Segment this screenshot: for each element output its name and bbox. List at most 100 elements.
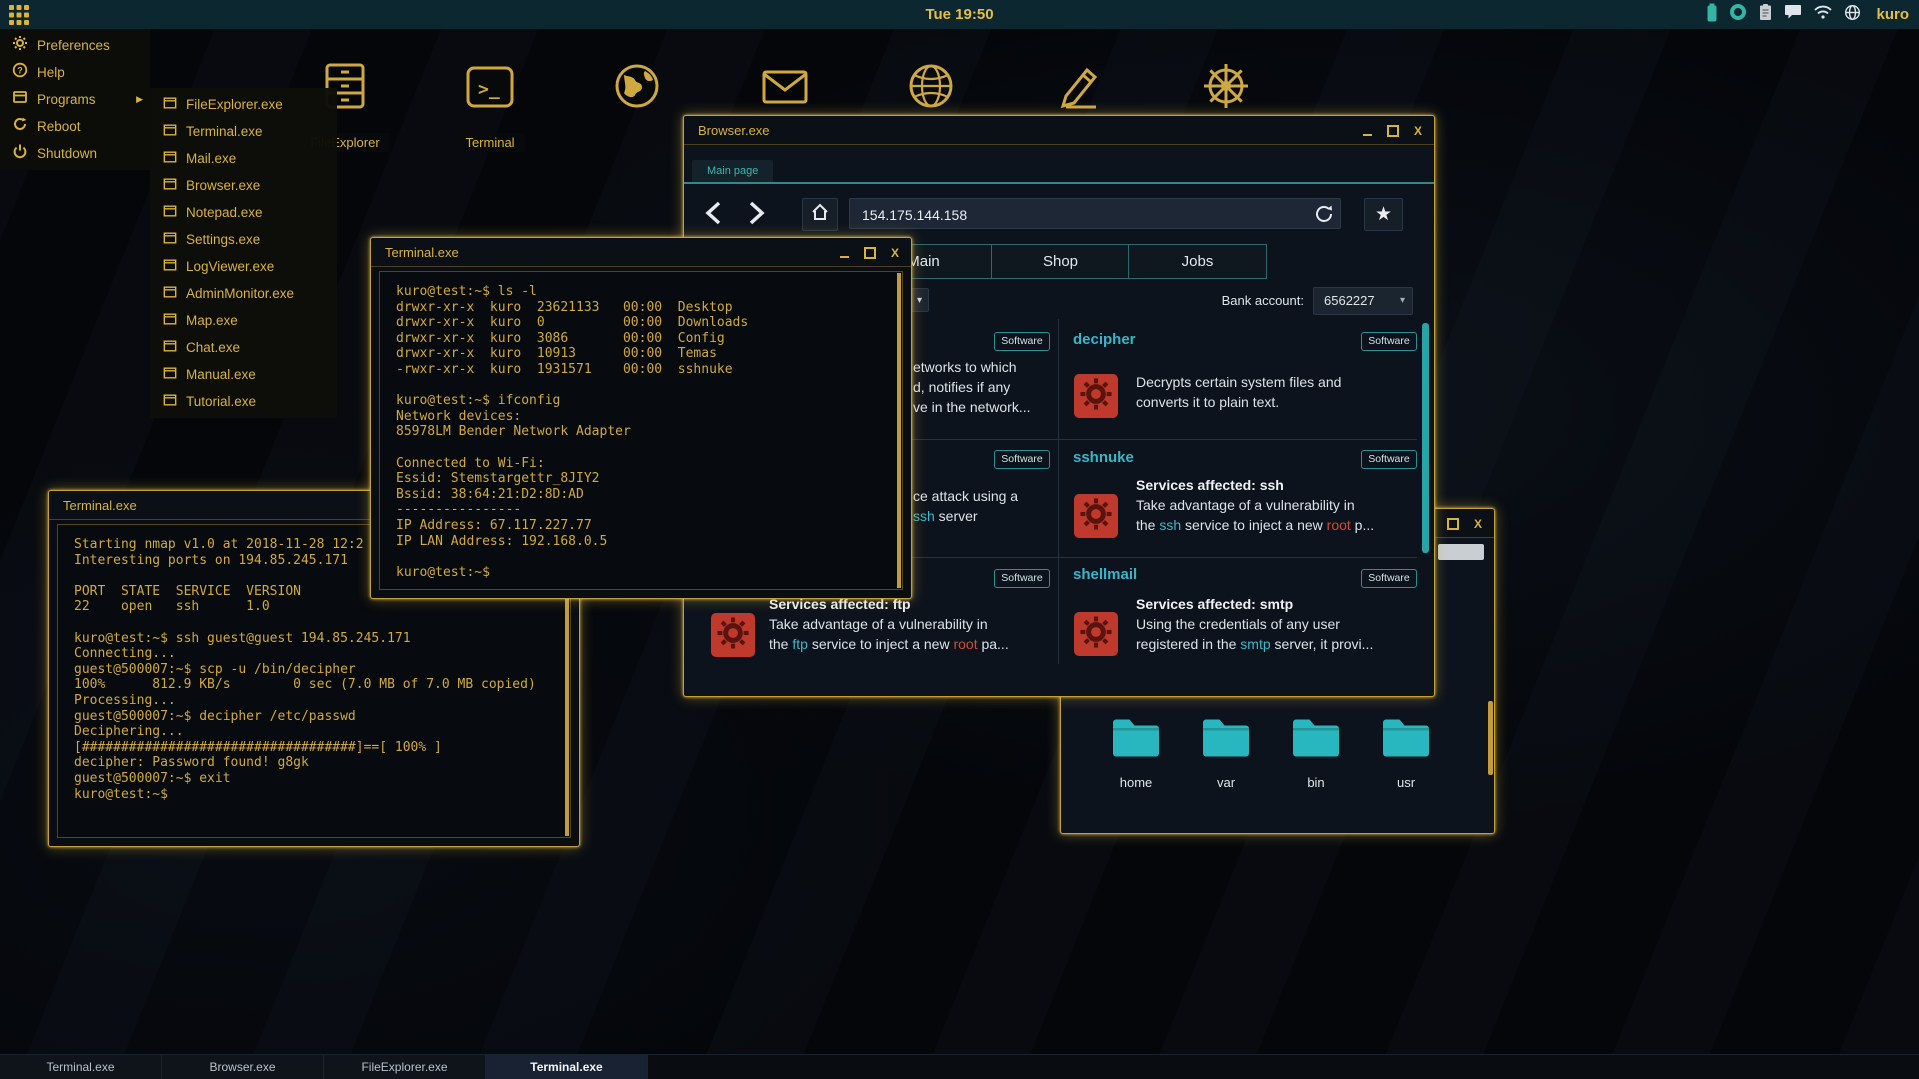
desktop-icon-settings[interactable] xyxy=(1171,60,1281,117)
url-input[interactable] xyxy=(860,199,1304,230)
browser-globe-icon xyxy=(905,60,957,117)
minimize-button[interactable] xyxy=(840,248,849,258)
desktop-icon-map[interactable] xyxy=(582,60,692,117)
url-bar xyxy=(849,198,1341,229)
desktop-icon-mail[interactable] xyxy=(730,60,840,117)
software-badge: Software xyxy=(1361,569,1417,588)
submenu-item-chat[interactable]: Chat.exe xyxy=(150,334,337,361)
taskbar-item-terminal-1[interactable]: Terminal.exe xyxy=(0,1055,162,1079)
submenu-item-tutorial[interactable]: Tutorial.exe xyxy=(150,388,337,415)
menu-item-shutdown[interactable]: Shutdown xyxy=(0,140,150,167)
desktop-icon-browser[interactable] xyxy=(876,60,986,117)
map-globe-icon xyxy=(611,60,663,117)
submenu-item-mail[interactable]: Mail.exe xyxy=(150,145,337,172)
window-icon xyxy=(163,285,177,302)
submenu-item-notepad[interactable]: Notepad.exe xyxy=(150,199,337,226)
status-ring-icon xyxy=(1729,3,1747,26)
folder-item[interactable]: usr xyxy=(1361,714,1451,790)
refresh-icon[interactable] xyxy=(1313,203,1335,225)
chevron-down-icon: ▾ xyxy=(1400,288,1405,314)
close-button[interactable]: X xyxy=(891,247,899,259)
taskbar-item-browser[interactable]: Browser.exe xyxy=(162,1055,324,1079)
close-button[interactable]: X xyxy=(1414,125,1422,137)
search-input[interactable] xyxy=(1438,544,1484,560)
menu-item-reboot[interactable]: Reboot xyxy=(0,113,150,140)
browser-page-tab[interactable]: Main page xyxy=(692,160,773,182)
bank-account-dropdown[interactable]: 6562227 ▾ xyxy=(1313,287,1413,315)
gear-icon xyxy=(1078,614,1114,655)
gear-icon xyxy=(1078,376,1114,417)
folder-item[interactable]: var xyxy=(1181,714,1271,790)
window-icon xyxy=(163,258,177,275)
submenu-item-logviewer[interactable]: LogViewer.exe xyxy=(150,253,337,280)
menu-item-programs[interactable]: Programs ▶ xyxy=(0,86,150,113)
software-badge: Software xyxy=(1361,332,1417,351)
card-description: ce attack using a ssh server xyxy=(913,486,1018,526)
network-globe-icon xyxy=(1844,4,1861,26)
terminal-titlebar[interactable]: Terminal.exe X xyxy=(371,238,911,267)
folder-icon xyxy=(1200,745,1252,762)
terminal-icon: >_ xyxy=(464,60,516,117)
terminal-output: kuro@test:~$ ls -l drwxr-xr-x kuro 23621… xyxy=(380,272,902,590)
card-title: sshnuke xyxy=(1073,449,1134,466)
window-icon xyxy=(163,150,177,167)
submenu-item-adminmonitor[interactable]: AdminMonitor.exe xyxy=(150,280,337,307)
submenu-item-terminal[interactable]: Terminal.exe xyxy=(150,118,337,145)
start-menu: Preferences ? Help Programs ▶ Reboot Shu… xyxy=(0,29,150,170)
help-icon: ? xyxy=(12,62,28,83)
window-icon xyxy=(163,339,177,356)
folder-icon xyxy=(1290,745,1342,762)
star-icon: ★ xyxy=(1375,203,1392,226)
submenu-item-fileexplorer[interactable]: FileExplorer.exe xyxy=(150,91,337,118)
folder-label: var xyxy=(1181,775,1271,790)
desktop-icon-terminal[interactable]: >_ Terminal xyxy=(435,60,545,152)
submenu-item-browser[interactable]: Browser.exe xyxy=(150,172,337,199)
window-icon xyxy=(163,366,177,383)
submenu-item-settings[interactable]: Settings.exe xyxy=(150,226,337,253)
card-description: etworks to which d, notifies if any ve i… xyxy=(913,357,1031,417)
scrollbar[interactable] xyxy=(1422,323,1429,553)
folder-item[interactable]: bin xyxy=(1271,714,1361,790)
minimize-button[interactable] xyxy=(1363,126,1372,136)
submenu-item-map[interactable]: Map.exe xyxy=(150,307,337,334)
window-icon xyxy=(163,312,177,329)
reboot-icon xyxy=(12,116,28,137)
tab-underline xyxy=(684,182,1434,184)
forward-button[interactable] xyxy=(740,198,770,228)
software-badge: Software xyxy=(994,450,1050,469)
clock: Tue 19:50 xyxy=(0,6,1919,23)
bookmark-button[interactable]: ★ xyxy=(1364,198,1403,231)
folder-label: usr xyxy=(1361,775,1451,790)
close-button[interactable]: X xyxy=(1474,518,1482,530)
scrollbar[interactable] xyxy=(897,273,901,588)
top-bar: Tue 19:50 kuro xyxy=(0,0,1919,29)
software-badge: Software xyxy=(1361,450,1417,469)
submenu-item-manual[interactable]: Manual.exe xyxy=(150,361,337,388)
svg-text:>_: >_ xyxy=(478,79,500,100)
scrollbar[interactable] xyxy=(1488,701,1493,775)
software-icon xyxy=(1074,374,1118,418)
home-button[interactable] xyxy=(802,198,838,231)
maximize-button[interactable] xyxy=(1387,125,1399,137)
taskbar-item-terminal-2[interactable]: Terminal.exe xyxy=(486,1055,648,1079)
terminal-content[interactable]: kuro@test:~$ ls -l drwxr-xr-x kuro 23621… xyxy=(379,271,903,590)
maximize-button[interactable] xyxy=(1447,518,1459,530)
desktop-icon-notepad[interactable] xyxy=(1025,60,1135,117)
tab-jobs[interactable]: Jobs xyxy=(1128,244,1267,279)
browser-titlebar[interactable]: Browser.exe X xyxy=(684,116,1434,145)
maximize-button[interactable] xyxy=(864,247,876,259)
menu-item-help[interactable]: ? Help xyxy=(0,59,150,86)
wifi-icon xyxy=(1813,4,1833,25)
gear-icon xyxy=(1078,496,1114,537)
folder-item[interactable]: home xyxy=(1091,714,1181,790)
tab-shop[interactable]: Shop xyxy=(991,244,1130,279)
taskbar-item-fileexplorer[interactable]: FileExplorer.exe xyxy=(324,1055,486,1079)
software-icon xyxy=(1074,612,1118,656)
terminal-front-window: Terminal.exe X kuro@test:~$ ls -l drwxr-… xyxy=(370,237,912,599)
software-badge: Software xyxy=(994,569,1050,588)
wheel-icon xyxy=(1200,60,1252,117)
gear-icon xyxy=(715,615,751,656)
menu-item-preferences[interactable]: Preferences xyxy=(0,32,150,59)
chat-icon xyxy=(1784,4,1802,25)
back-button[interactable] xyxy=(700,198,730,228)
